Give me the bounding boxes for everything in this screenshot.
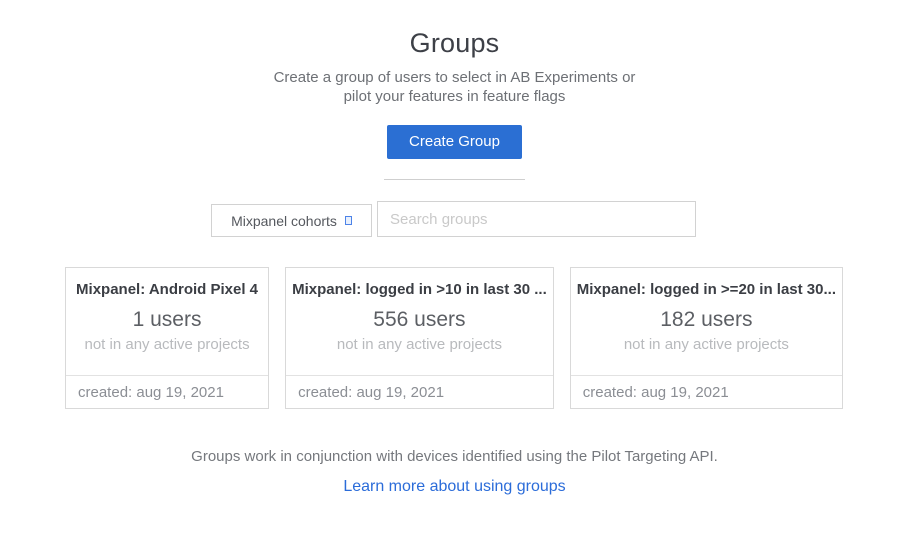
group-created-date: created: aug 19, 2021 — [286, 375, 553, 408]
group-name: Mixpanel: logged in >=20 in last 30... — [571, 281, 842, 298]
create-button-container: Create Group — [0, 125, 909, 159]
group-name: Mixpanel: Android Pixel 4 — [66, 281, 268, 298]
group-card-body: Mixpanel: logged in >=20 in last 30... 1… — [571, 268, 842, 375]
page-title: Groups — [0, 28, 909, 59]
learn-more-link[interactable]: Learn more about using groups — [343, 478, 565, 495]
group-card[interactable]: Mixpanel: logged in >10 in last 30 ... 5… — [285, 267, 554, 409]
group-user-count: 556 users — [286, 308, 553, 332]
cohort-source-dropdown[interactable]: Mixpanel cohorts — [211, 204, 372, 237]
group-project-status: not in any active projects — [66, 336, 268, 353]
group-card[interactable]: Mixpanel: logged in >=20 in last 30... 1… — [570, 267, 843, 409]
group-cards-row: Mixpanel: Android Pixel 4 1 users not in… — [65, 267, 843, 409]
group-created-date: created: aug 19, 2021 — [66, 375, 268, 408]
group-card-body: Mixpanel: logged in >10 in last 30 ... 5… — [286, 268, 553, 375]
dropdown-indicator-icon — [345, 216, 352, 225]
footer-note: Groups work in conjunction with devices … — [0, 448, 909, 465]
search-groups-input[interactable] — [377, 201, 696, 237]
groups-page: Groups Create a group of users to select… — [0, 0, 909, 558]
filter-row: Mixpanel cohorts — [211, 201, 696, 237]
footer-link-container: Learn more about using groups — [0, 478, 909, 496]
group-project-status: not in any active projects — [286, 336, 553, 353]
page-subtitle-line1: Create a group of users to select in AB … — [0, 68, 909, 87]
page-subtitle-line2: pilot your features in feature flags — [0, 87, 909, 106]
page-subtitle: Create a group of users to select in AB … — [0, 68, 909, 106]
create-group-button[interactable]: Create Group — [387, 125, 522, 159]
page-header: Groups Create a group of users to select… — [0, 0, 909, 106]
group-project-status: not in any active projects — [571, 336, 842, 353]
group-card[interactable]: Mixpanel: Android Pixel 4 1 users not in… — [65, 267, 269, 409]
group-created-date: created: aug 19, 2021 — [571, 375, 842, 408]
group-user-count: 1 users — [66, 308, 268, 332]
group-name: Mixpanel: logged in >10 in last 30 ... — [286, 281, 553, 298]
group-card-body: Mixpanel: Android Pixel 4 1 users not in… — [66, 268, 268, 375]
cohort-source-dropdown-label: Mixpanel cohorts — [231, 213, 337, 229]
group-user-count: 182 users — [571, 308, 842, 332]
header-divider — [384, 179, 525, 180]
